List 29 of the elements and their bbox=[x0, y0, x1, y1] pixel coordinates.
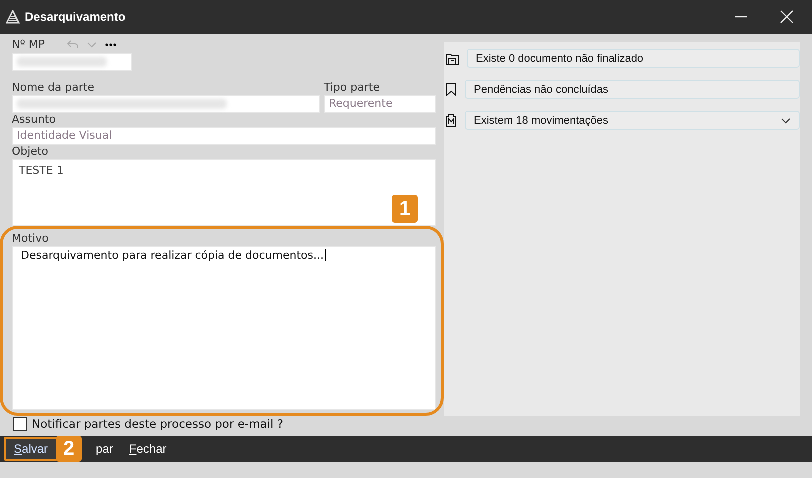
name-input-field[interactable] bbox=[12, 94, 320, 113]
toolbar-button[interactable]: par bbox=[88, 437, 122, 461]
reason-text-area[interactable]: Desarquivamento para realizar cópia de documentos... bbox=[12, 246, 436, 410]
info-item[interactable]: Pendências não concluídas bbox=[465, 80, 800, 99]
callout-badge: 1 bbox=[392, 195, 418, 224]
checkbox-label: Notificar partes deste processo por e-mail ? bbox=[32, 417, 284, 431]
close-icon[interactable] bbox=[780, 10, 794, 24]
more-icon[interactable] bbox=[105, 43, 118, 47]
info-item[interactable]: Existem 18 movimentações bbox=[465, 111, 800, 130]
type-input-field[interactable]: Requerente bbox=[324, 94, 436, 113]
folder-icon bbox=[446, 52, 459, 64]
app-logo-icon bbox=[6, 10, 20, 24]
window-title: Desarquivamento bbox=[25, 10, 126, 24]
bookmark-icon bbox=[446, 83, 457, 96]
callout-badge: 2 bbox=[56, 436, 82, 462]
toolbar-button[interactable]: Fechar bbox=[121, 437, 175, 461]
document-icon bbox=[446, 114, 457, 127]
field-label: Assunto bbox=[12, 112, 57, 127]
field-label: Nome da parte bbox=[12, 80, 96, 95]
notify-checkbox[interactable] bbox=[13, 417, 27, 431]
chevron-down-icon[interactable] bbox=[781, 118, 791, 124]
mp-input-field[interactable] bbox=[12, 53, 132, 71]
field-label: Motivo bbox=[12, 232, 50, 246]
toolbar-button[interactable]: Salvar bbox=[4, 437, 58, 461]
field-label: Objeto bbox=[12, 144, 50, 159]
subject-input-field[interactable]: Identidade Visual bbox=[12, 126, 436, 145]
field-label: Tipo parte bbox=[324, 80, 381, 95]
info-item[interactable]: Existe 0 documento não finalizado bbox=[467, 49, 800, 68]
field-label: Nº MP bbox=[12, 38, 46, 52]
